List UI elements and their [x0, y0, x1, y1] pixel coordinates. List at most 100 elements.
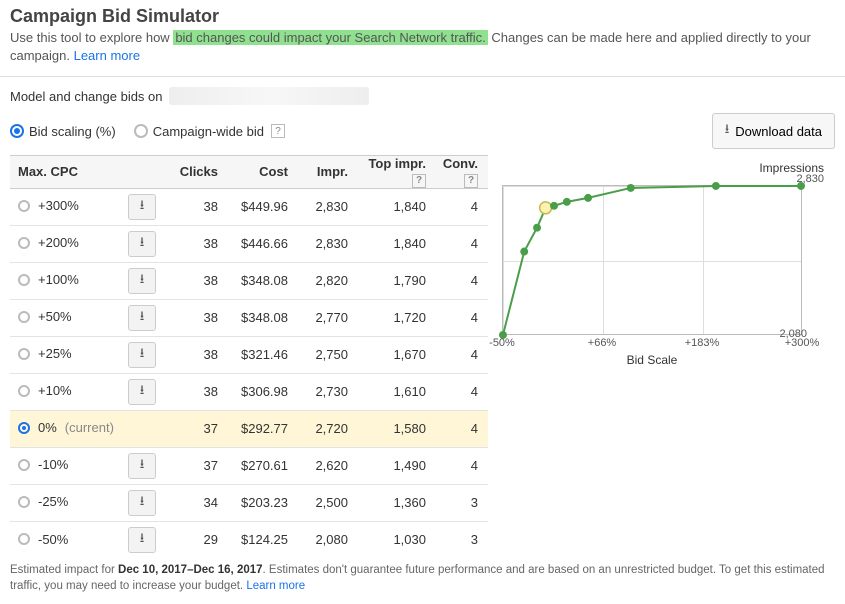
table-row: +10%⭳38$306.982,7301,6104 — [10, 373, 488, 410]
table-row: +300%⭳38$449.962,8301,8404 — [10, 188, 488, 225]
clicks-cell: 38 — [170, 225, 228, 262]
col-impr: Impr. — [298, 156, 358, 189]
top-impr-cell: 1,670 — [358, 336, 436, 373]
row-select-radio[interactable]: +50% — [18, 309, 72, 324]
top-impr-cell: 1,720 — [358, 299, 436, 336]
row-download-button[interactable]: ⭳ — [128, 490, 156, 516]
download-data-label: Download data — [735, 124, 822, 139]
col-cost: Cost — [228, 156, 298, 189]
cost-cell: $321.46 — [228, 336, 298, 373]
cost-cell: $292.77 — [228, 410, 298, 447]
radio-on-icon — [10, 124, 24, 138]
clicks-cell: 38 — [170, 336, 228, 373]
campaign-wide-label: Campaign-wide bid — [153, 124, 264, 139]
row-select-radio[interactable]: +300% — [18, 198, 79, 213]
cost-cell: $446.66 — [228, 225, 298, 262]
impr-cell: 2,500 — [298, 484, 358, 521]
download-data-button[interactable]: ⭳ Download data — [712, 113, 835, 149]
table-row: -25% ⭳ 34$203.232,5001,3603 — [10, 484, 488, 521]
footnote-pre: Estimated impact for — [10, 564, 118, 576]
controls-row: Bid scaling (%) Campaign-wide bid ? ⭳ Do… — [0, 113, 845, 155]
footnote-learn-more-link[interactable]: Learn more — [246, 580, 305, 592]
col-top-impr: Top impr. ? — [358, 156, 436, 189]
bid-mode-radio-group: Bid scaling (%) Campaign-wide bid ? — [10, 124, 285, 139]
top-impr-cell: 1,610 — [358, 373, 436, 410]
row-select-radio[interactable]: +25% — [18, 346, 72, 361]
model-row: Model and change bids on — [0, 87, 845, 113]
row-download-button[interactable]: ⭳ — [128, 194, 156, 220]
row-select-radio[interactable]: +10% — [18, 383, 72, 398]
clicks-cell: 38 — [170, 188, 228, 225]
cost-cell: $203.23 — [228, 484, 298, 521]
download-icon: ⭳ — [140, 381, 145, 403]
row-select-radio[interactable]: +200% — [18, 235, 79, 250]
radio-icon — [18, 348, 30, 360]
conv-cell: 4 — [436, 225, 488, 262]
x-tick: -50% — [489, 337, 515, 349]
download-icon: ⭳ — [140, 529, 145, 551]
row-select-radio[interactable]: 0% (current) — [18, 420, 114, 435]
download-icon: ⭳ — [140, 233, 145, 255]
help-icon[interactable]: ? — [412, 174, 426, 188]
impr-cell: 2,750 — [298, 336, 358, 373]
conv-cell: 3 — [436, 484, 488, 521]
cost-cell: $348.08 — [228, 299, 298, 336]
help-icon[interactable]: ? — [271, 124, 285, 138]
clicks-cell: 29 — [170, 521, 228, 558]
row-select-radio[interactable]: -25% — [18, 494, 68, 509]
conv-cell: 4 — [436, 373, 488, 410]
x-tick: +183% — [685, 337, 720, 349]
row-select-radio[interactable]: -50% — [18, 532, 68, 547]
download-icon: ⭳ — [140, 270, 145, 292]
row-select-radio[interactable]: -10% — [18, 457, 68, 472]
row-select-radio[interactable]: +100% — [18, 272, 79, 287]
campaign-wide-bid-radio[interactable]: Campaign-wide bid ? — [134, 124, 285, 139]
bid-scaling-radio[interactable]: Bid scaling (%) — [10, 124, 116, 139]
cpc-value: +300% — [38, 198, 79, 213]
row-download-button[interactable]: ⭳ — [128, 453, 156, 479]
radio-icon — [18, 496, 30, 508]
top-impr-cell: 1,360 — [358, 484, 436, 521]
conv-cell: 4 — [436, 188, 488, 225]
row-download-button[interactable]: ⭳ — [128, 379, 156, 405]
row-download-button[interactable]: ⭳ — [128, 527, 156, 553]
help-icon[interactable]: ? — [464, 174, 478, 188]
chart-line — [497, 180, 807, 341]
radio-icon — [18, 385, 30, 397]
impr-cell: 2,830 — [298, 188, 358, 225]
clicks-cell: 34 — [170, 484, 228, 521]
cpc-value: +10% — [38, 383, 72, 398]
radio-icon — [18, 533, 30, 545]
download-icon: ⭳ — [140, 492, 145, 514]
top-impr-cell: 1,490 — [358, 447, 436, 484]
divider — [0, 76, 845, 77]
bid-table: Max. CPC Clicks Cost Impr. Top impr. ? C… — [10, 155, 488, 558]
impr-cell: 2,720 — [298, 410, 358, 447]
conv-cell: 4 — [436, 299, 488, 336]
row-download-button[interactable]: ⭳ — [128, 305, 156, 331]
row-download-button[interactable]: ⭳ — [128, 268, 156, 294]
table-row: 0% (current)37$292.772,7201,5804 — [10, 410, 488, 447]
cost-cell: $348.08 — [228, 262, 298, 299]
impr-cell: 2,820 — [298, 262, 358, 299]
learn-more-link[interactable]: Learn more — [74, 48, 140, 63]
row-download-button[interactable]: ⭳ — [128, 342, 156, 368]
table-row: +100%⭳38$348.082,8201,7904 — [10, 262, 488, 299]
radio-icon — [18, 274, 30, 286]
impr-cell: 2,080 — [298, 521, 358, 558]
top-impr-cell: 1,840 — [358, 225, 436, 262]
col-max-cpc: Max. CPC — [10, 156, 120, 189]
cpc-value: -50% — [38, 532, 68, 547]
impr-cell: 2,770 — [298, 299, 358, 336]
impr-cell: 2,730 — [298, 373, 358, 410]
cpc-value: 0% — [38, 420, 57, 435]
chart-x-ticks: -50%+66%+183%+300% — [502, 335, 802, 351]
download-icon: ⭳ — [140, 455, 145, 477]
table-row: -10%⭳37$270.612,6201,4904 — [10, 447, 488, 484]
header: Campaign Bid Simulator Use this tool to … — [0, 0, 845, 72]
row-download-button[interactable]: ⭳ — [128, 231, 156, 257]
redacted-entity — [169, 87, 369, 105]
top-impr-cell: 1,580 — [358, 410, 436, 447]
top-impr-cell: 1,030 — [358, 521, 436, 558]
col-clicks: Clicks — [170, 156, 228, 189]
